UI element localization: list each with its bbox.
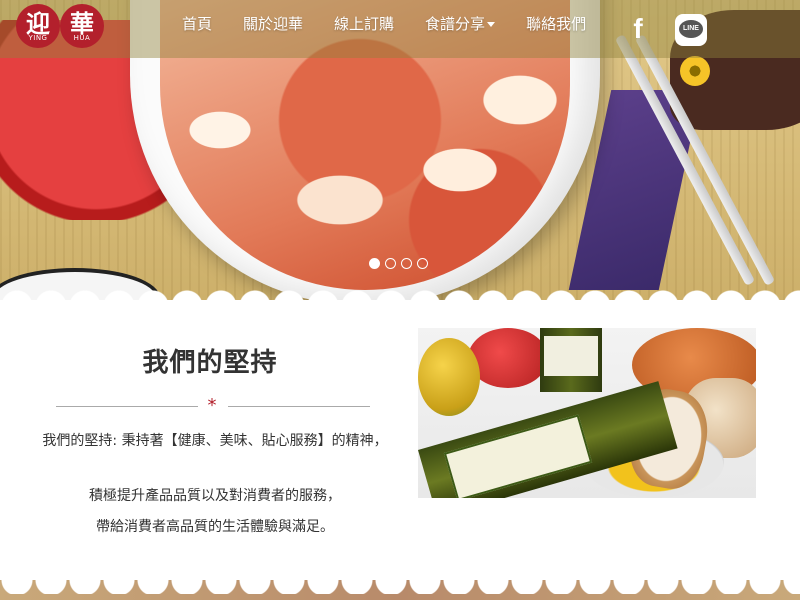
nav-item-recipes[interactable]: 食譜分享	[425, 14, 496, 34]
scallop-divider-bottom	[0, 580, 800, 600]
nav-item-order[interactable]: 線上訂購	[334, 14, 394, 34]
photo-oil-bottle-back	[540, 328, 602, 392]
chevron-down-icon	[487, 22, 496, 27]
logo-seal-right: 華 HUA	[60, 4, 104, 48]
logo-seal-sub-left: YING	[28, 34, 48, 42]
section-paragraph-2: 積極提升產品品質以及對消費者的服務，	[89, 488, 341, 504]
carousel-dot-2[interactable]	[385, 258, 396, 269]
hero-flower	[680, 56, 710, 86]
brand-logo[interactable]: 迎 YING 華 HUA	[16, 4, 106, 54]
nav-item-home[interactable]: 首頁	[182, 14, 212, 34]
section-paragraph-1: 我們的堅持: 秉持著【健康、美味、貼心服務】的精神，	[42, 433, 388, 449]
star-icon: *	[207, 395, 217, 416]
facebook-icon[interactable]: f	[626, 14, 650, 44]
divider-line-right	[228, 406, 370, 407]
photo-apple	[468, 328, 548, 388]
photo-bottle-label	[544, 336, 598, 376]
photo-bottle-label	[443, 414, 593, 498]
section-title: 我們的堅持	[142, 348, 278, 378]
main-menu: 首頁 關於迎華 線上訂購 食譜分享 聯絡我們	[182, 14, 617, 34]
top-navbar: 迎 YING 華 HUA 首頁 關於迎華 線上訂購 食譜分享 聯絡我們 f LI…	[0, 0, 800, 58]
line-icon-bubble: LINE	[679, 20, 703, 38]
line-icon[interactable]: LINE	[675, 14, 707, 46]
commitment-section: 我們的堅持 * 我們的堅持: 秉持著【健康、美味、貼心服務】的精神， 積極提升產…	[0, 300, 800, 580]
nav-item-contact[interactable]: 聯絡我們	[526, 14, 586, 34]
section-paragraph-3: 帶給消費者高品質的生活體驗與滿足。	[96, 519, 334, 535]
nav-item-about[interactable]: 關於迎華	[243, 14, 303, 34]
divider-line-left	[56, 406, 198, 407]
photo-orange	[418, 338, 480, 416]
carousel-dot-4[interactable]	[417, 258, 428, 269]
carousel-dot-3[interactable]	[401, 258, 412, 269]
logo-seal-left: 迎 YING	[16, 4, 60, 48]
carousel-dot-1[interactable]	[369, 258, 380, 269]
carousel-indicators	[369, 258, 433, 269]
olive-oil-bread-photo	[418, 328, 756, 498]
logo-seal-sub-right: HUA	[73, 34, 91, 42]
